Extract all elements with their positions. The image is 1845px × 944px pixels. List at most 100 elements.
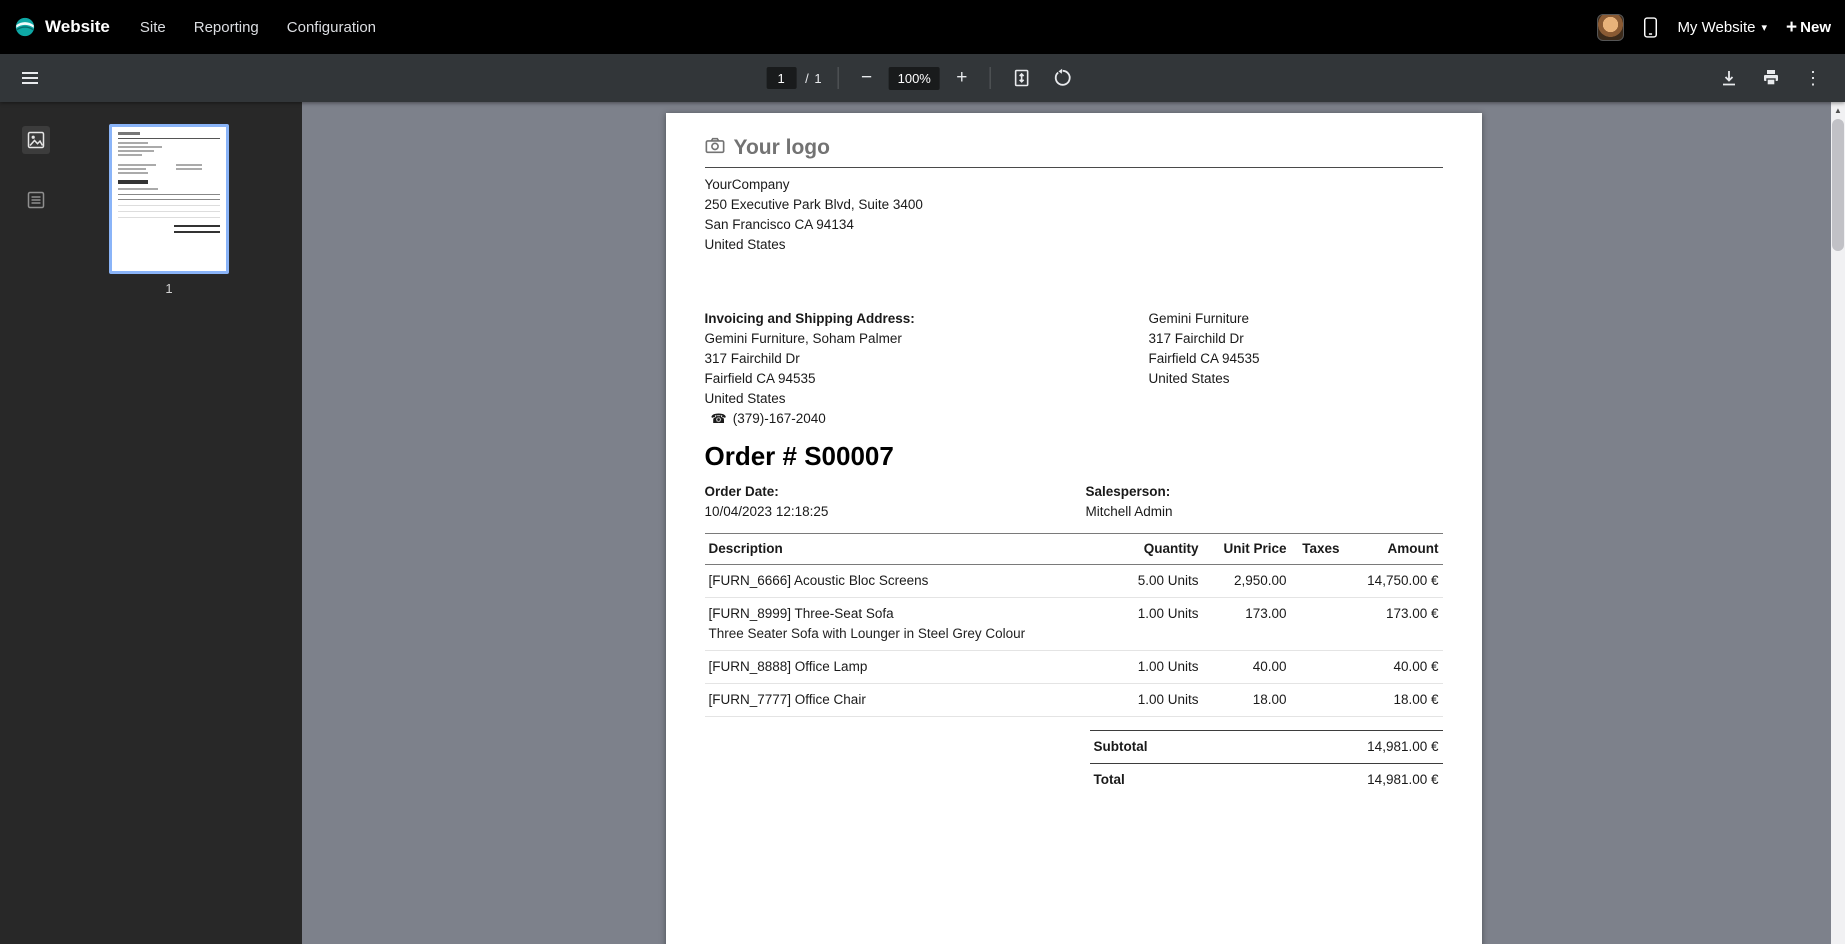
scrollbar[interactable]: ▲ [1831, 102, 1845, 944]
cell-taxes [1287, 598, 1340, 651]
company-address-block: YourCompany 250 Executive Park Blvd, Sui… [705, 175, 1443, 255]
app-title[interactable]: Website [45, 17, 110, 37]
new-button[interactable]: + New [1786, 18, 1831, 37]
download-icon[interactable] [1713, 62, 1745, 94]
address-line: 317 Fairchild Dr [1149, 329, 1260, 349]
menu-configuration[interactable]: Configuration [275, 11, 388, 44]
thumbnail-container: 1 [104, 124, 234, 296]
cell-description: [FURN_6666] Acoustic Bloc Screens [705, 565, 1079, 598]
company-street: 250 Executive Park Blvd, Suite 3400 [705, 195, 1443, 215]
phone-icon: ☎ [711, 409, 727, 429]
cell-unit-price: 2,950.00 [1199, 565, 1287, 598]
header-description: Description [705, 534, 1079, 565]
pdf-canvas-area: Your logo YourCompany 250 Executive Park… [302, 102, 1845, 944]
cell-amount: 14,750.00 € [1340, 565, 1443, 598]
subtotal-label: Subtotal [1094, 737, 1148, 757]
order-info-row: Order Date: 10/04/2023 12:18:25 Salesper… [705, 482, 1443, 522]
thumbnail-sidebar: 1 [0, 102, 302, 944]
cell-description: [FURN_8888] Office Lamp [705, 651, 1079, 684]
order-date-label: Order Date: [705, 482, 1086, 502]
odoo-logo-icon [14, 16, 36, 38]
salesperson-value: Mitchell Admin [1086, 502, 1173, 522]
total-amount: 14,981.00 € [1367, 770, 1438, 790]
pdf-page: Your logo YourCompany 250 Executive Park… [666, 113, 1482, 944]
cell-amount: 18.00 € [1340, 684, 1443, 717]
zoom-out-button[interactable]: − [854, 67, 880, 89]
more-options-icon[interactable]: ⋮ [1797, 62, 1829, 94]
menu-site[interactable]: Site [128, 11, 178, 44]
cell-quantity: 5.00 Units [1079, 565, 1199, 598]
page-count-label: / 1 [805, 71, 822, 86]
address-line: Gemini Furniture, Soham Palmer [705, 329, 1149, 349]
logo-placeholder-text: Your logo [734, 138, 830, 158]
user-avatar[interactable] [1597, 14, 1624, 41]
page-thumbnail[interactable] [109, 124, 229, 274]
pdf-toolbar-right: ⋮ [1713, 62, 1829, 94]
cell-taxes [1287, 651, 1340, 684]
page-number-input[interactable] [766, 67, 796, 89]
order-title: Order # S00007 [705, 439, 1443, 473]
website-switcher[interactable]: My Website ▾ [1677, 19, 1767, 36]
order-line-row: [FURN_8888] Office Lamp1.00 Units40.0040… [705, 651, 1443, 684]
company-city: San Francisco CA 94134 [705, 215, 1443, 235]
order-line-row: [FURN_8999] Three-Seat SofaThree Seater … [705, 598, 1443, 651]
toolbar-divider [990, 67, 991, 89]
invoicing-shipping-label: Invoicing and Shipping Address: [705, 309, 1149, 329]
top-navbar: Website Site Reporting Configuration My … [0, 0, 1845, 54]
order-line-row: [FURN_6666] Acoustic Bloc Screens5.00 Un… [705, 565, 1443, 598]
zoom-level[interactable]: 100% [889, 67, 940, 90]
plus-icon: + [1786, 18, 1797, 37]
cell-unit-price: 18.00 [1199, 684, 1287, 717]
order-lines-table: Description Quantity Unit Price Taxes Am… [705, 533, 1443, 717]
fit-page-button[interactable] [1006, 62, 1038, 94]
thumbnail-page-number: 1 [104, 281, 234, 296]
apps-home-button[interactable]: Website [14, 16, 110, 38]
cell-description: [FURN_7777] Office Chair [705, 684, 1079, 717]
salesperson-block: Salesperson: Mitchell Admin [1086, 482, 1173, 522]
website-switcher-label: My Website [1677, 19, 1755, 36]
new-button-label: New [1800, 19, 1831, 36]
address-line: United States [705, 389, 1149, 409]
phone-line: ☎ (379)-167-2040 [705, 409, 1149, 429]
header-taxes: Taxes [1287, 534, 1340, 565]
pdf-viewer: 1 Your logo YourCompany [0, 102, 1845, 944]
address-line: Gemini Furniture [1149, 309, 1260, 329]
address-line: Fairfield CA 94535 [705, 369, 1149, 389]
cell-amount: 173.00 € [1340, 598, 1443, 651]
navbar-left: Website Site Reporting Configuration [14, 11, 388, 44]
total-row: Total 14,981.00 € [1090, 763, 1443, 796]
menu-reporting[interactable]: Reporting [182, 11, 271, 44]
outline-view-icon[interactable] [22, 186, 50, 214]
order-date-block: Order Date: 10/04/2023 12:18:25 [705, 482, 1086, 522]
cell-description: [FURN_8999] Three-Seat SofaThree Seater … [705, 598, 1079, 651]
thumbnails-view-icon[interactable] [22, 126, 50, 154]
mobile-preview-icon[interactable] [1643, 17, 1658, 38]
toggle-sidebar-button[interactable] [14, 62, 46, 94]
phone-number: (379)-167-2040 [733, 409, 826, 429]
order-table-body: [FURN_6666] Acoustic Bloc Screens5.00 Un… [705, 565, 1443, 717]
cell-quantity: 1.00 Units [1079, 598, 1199, 651]
print-icon[interactable] [1755, 62, 1787, 94]
cell-quantity: 1.00 Units [1079, 684, 1199, 717]
address-line: 317 Fairchild Dr [705, 349, 1149, 369]
cell-amount: 40.00 € [1340, 651, 1443, 684]
thumbnail-preview [112, 127, 226, 271]
pdf-toolbar-center: / 1 − 100% + [766, 54, 1079, 102]
cell-taxes [1287, 684, 1340, 717]
cell-unit-price: 40.00 [1199, 651, 1287, 684]
scrollbar-thumb[interactable] [1832, 119, 1844, 251]
cell-taxes [1287, 565, 1340, 598]
pdf-toolbar: / 1 − 100% + [0, 54, 1845, 102]
zoom-in-button[interactable]: + [949, 67, 975, 89]
order-date-value: 10/04/2023 12:18:25 [705, 502, 1086, 522]
rotate-button[interactable] [1047, 62, 1079, 94]
camera-icon [705, 137, 725, 158]
toolbar-divider [838, 67, 839, 89]
chevron-down-icon: ▾ [1762, 21, 1768, 34]
delivery-address: Gemini Furniture 317 Fairchild Dr Fairfi… [1149, 309, 1260, 429]
header-quantity: Quantity [1079, 534, 1199, 565]
sale-order-report: Your logo YourCompany 250 Executive Park… [666, 113, 1482, 796]
scrollbar-up-arrow[interactable]: ▲ [1831, 102, 1845, 118]
order-table-head: Description Quantity Unit Price Taxes Am… [705, 534, 1443, 565]
invoicing-shipping-address: Invoicing and Shipping Address: Gemini F… [705, 309, 1149, 429]
